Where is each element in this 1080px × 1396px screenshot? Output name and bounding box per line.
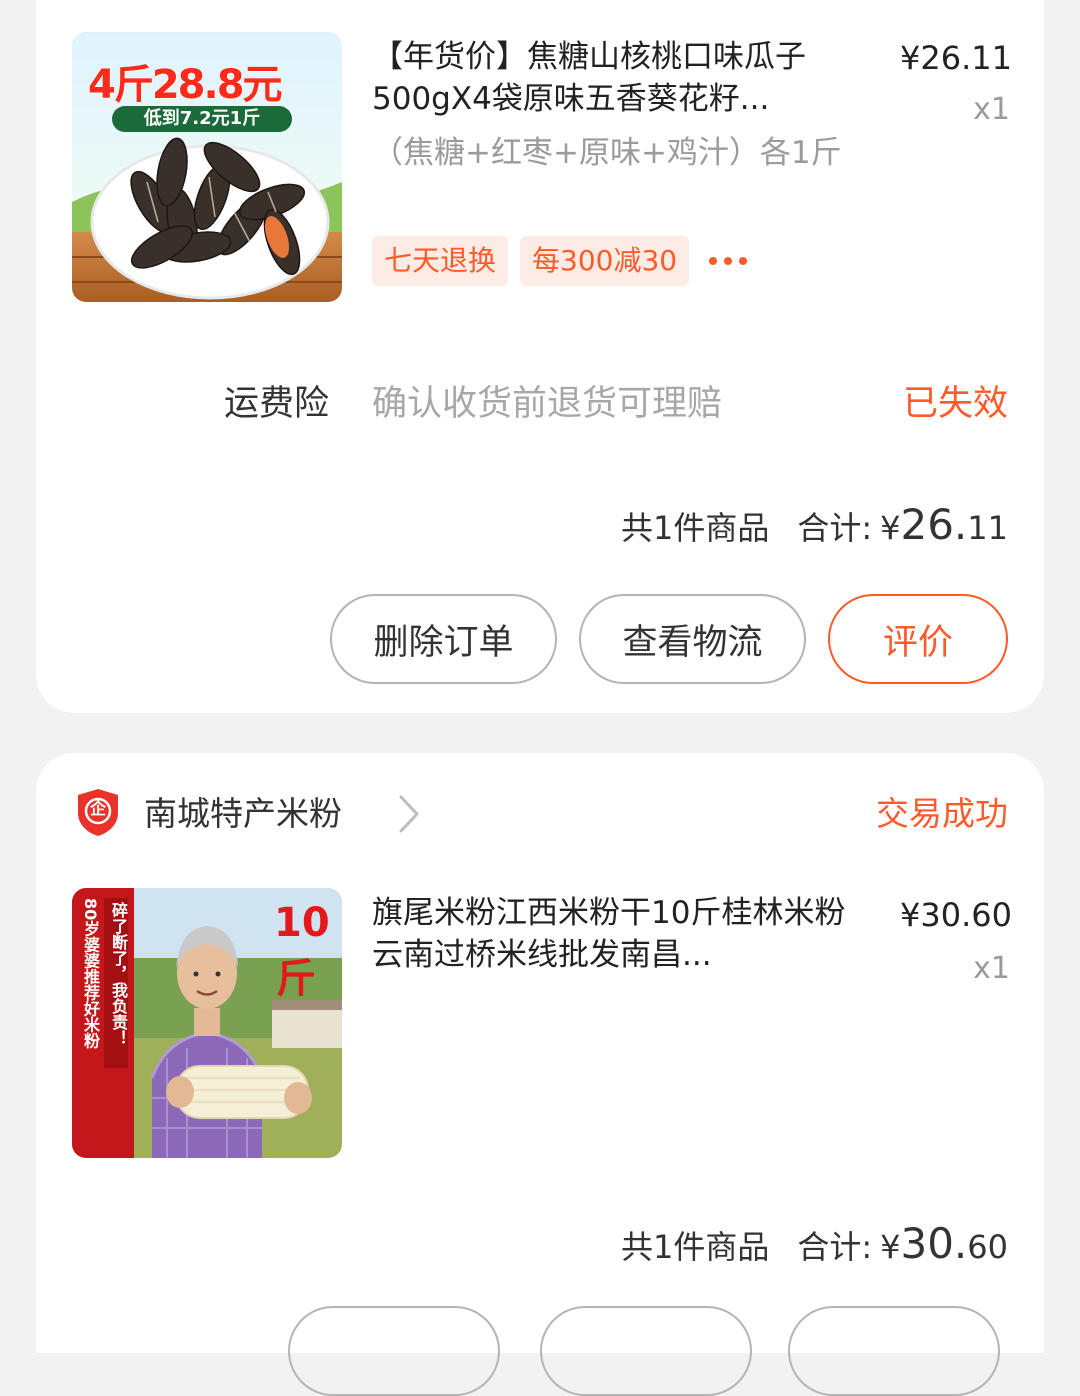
item-count: 共1件商品 bbox=[620, 1228, 770, 1266]
service-tags: 七天退换 每300减30 bbox=[372, 236, 748, 286]
total-decimal: 11 bbox=[967, 509, 1008, 547]
order-status: 交易成功 bbox=[876, 794, 1008, 833]
product-price: ¥26.11 bbox=[900, 39, 1012, 77]
total-decimal: 60 bbox=[967, 1228, 1008, 1266]
thumb-big-unit: 斤 bbox=[276, 956, 316, 1002]
product-title[interactable]: 【年货价】焦糖山核桃口味瓜子500gX4袋原味五香葵花籽... bbox=[372, 36, 852, 120]
total-integer: 26. bbox=[900, 500, 968, 549]
view-logistics-button[interactable]: 查看物流 bbox=[579, 594, 806, 684]
shipping-insurance-description: 确认收货前退货可理赔 bbox=[372, 384, 723, 424]
product-quantity: x1 bbox=[973, 92, 1010, 127]
thumb-big-number: 10 bbox=[274, 900, 330, 946]
delete-order-button[interactable]: 删除订单 bbox=[330, 594, 557, 684]
product-variant: （焦糖+红枣+原味+鸡汁）各1斤 bbox=[372, 135, 842, 171]
product-price: ¥30.60 bbox=[900, 896, 1012, 934]
thumb-subline: 低到7.2元1斤 bbox=[112, 106, 292, 132]
product-thumbnail[interactable]: 10 斤 80岁婆婆推荐好米粉 碎了断了，我负责！ bbox=[72, 888, 342, 1158]
product-quantity: x1 bbox=[973, 951, 1010, 986]
order-actions: 删除订单 查看物流 评价 bbox=[330, 594, 1008, 684]
product-thumbnail[interactable]: 4斤28.8元 低到7.2元1斤 bbox=[72, 32, 342, 302]
thumb-headline: 4斤28.8元 bbox=[88, 62, 283, 108]
thumb-vertical-caption: 80岁婆婆推荐好米粉 bbox=[81, 898, 100, 1049]
item-count: 共1件商品 bbox=[620, 509, 770, 547]
currency-symbol: ¥ bbox=[880, 1228, 901, 1266]
order-summary: 共1件商品 合计: ¥ 30. 60 bbox=[621, 1219, 1008, 1268]
product-title[interactable]: 旗尾米粉江西米粉干10斤桂林米粉云南过桥米线批发南昌... bbox=[372, 892, 852, 976]
review-button[interactable]: 评价 bbox=[828, 594, 1008, 684]
more-tags-icon[interactable] bbox=[709, 257, 748, 265]
total-label: 合计: bbox=[797, 509, 873, 547]
total-integer: 30. bbox=[900, 1219, 968, 1268]
order-card: 4斤28.8元 低到7.2元1斤 【年货价】焦糖山核桃口味瓜子500gX4袋原味… bbox=[36, 0, 1044, 713]
thumb-vertical-caption: 碎了断了，我负责！ bbox=[109, 902, 128, 1046]
shop-name[interactable]: 南城特产米粉 bbox=[144, 791, 342, 837]
order-card: 企 南城特产米粉 交易成功 10 斤 80岁婆婆推荐好米粉 碎了断了，我负责！ … bbox=[36, 753, 1044, 1396]
enterprise-shop-icon: 企 bbox=[76, 787, 120, 837]
total-label: 合计: bbox=[797, 1228, 873, 1266]
tag-return-policy: 七天退换 bbox=[372, 236, 509, 286]
tag-discount: 每300减30 bbox=[520, 236, 690, 286]
shipping-insurance-status: 已失效 bbox=[902, 384, 1008, 424]
enterprise-shop-icon-char: 企 bbox=[89, 799, 106, 818]
order-summary: 共1件商品 合计: ¥ 26. 11 bbox=[621, 500, 1008, 549]
currency-symbol: ¥ bbox=[880, 509, 901, 547]
shipping-insurance-label: 运费险 bbox=[224, 384, 330, 424]
chevron-right-icon[interactable] bbox=[396, 793, 422, 835]
